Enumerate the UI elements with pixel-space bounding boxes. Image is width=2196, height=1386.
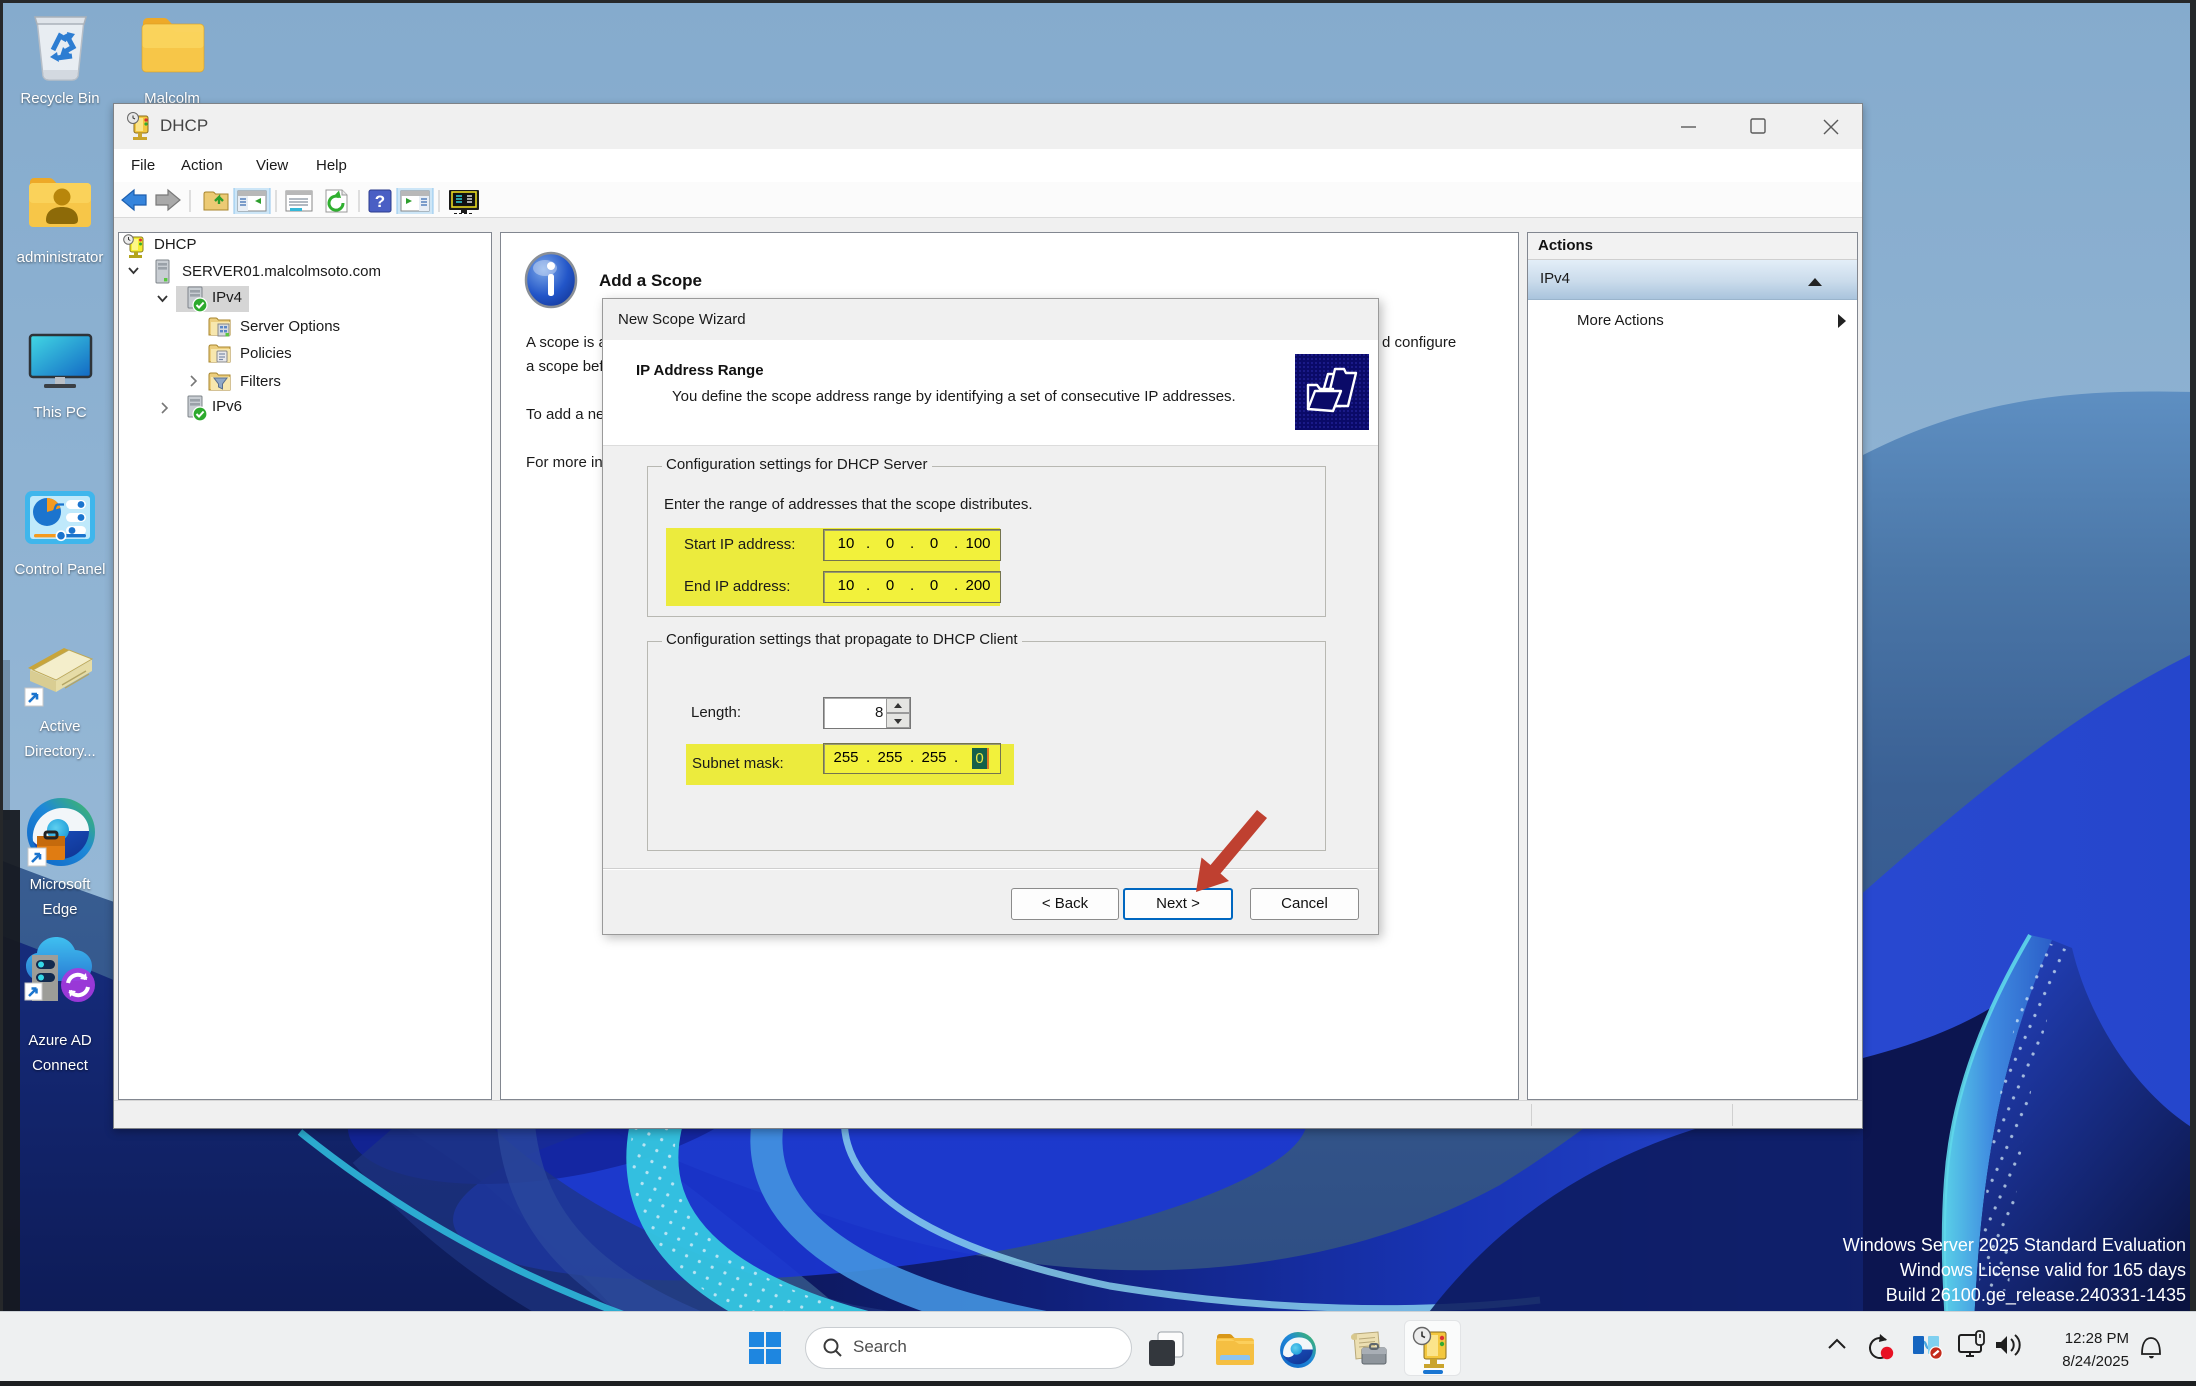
svg-text:?: ? bbox=[375, 192, 385, 211]
